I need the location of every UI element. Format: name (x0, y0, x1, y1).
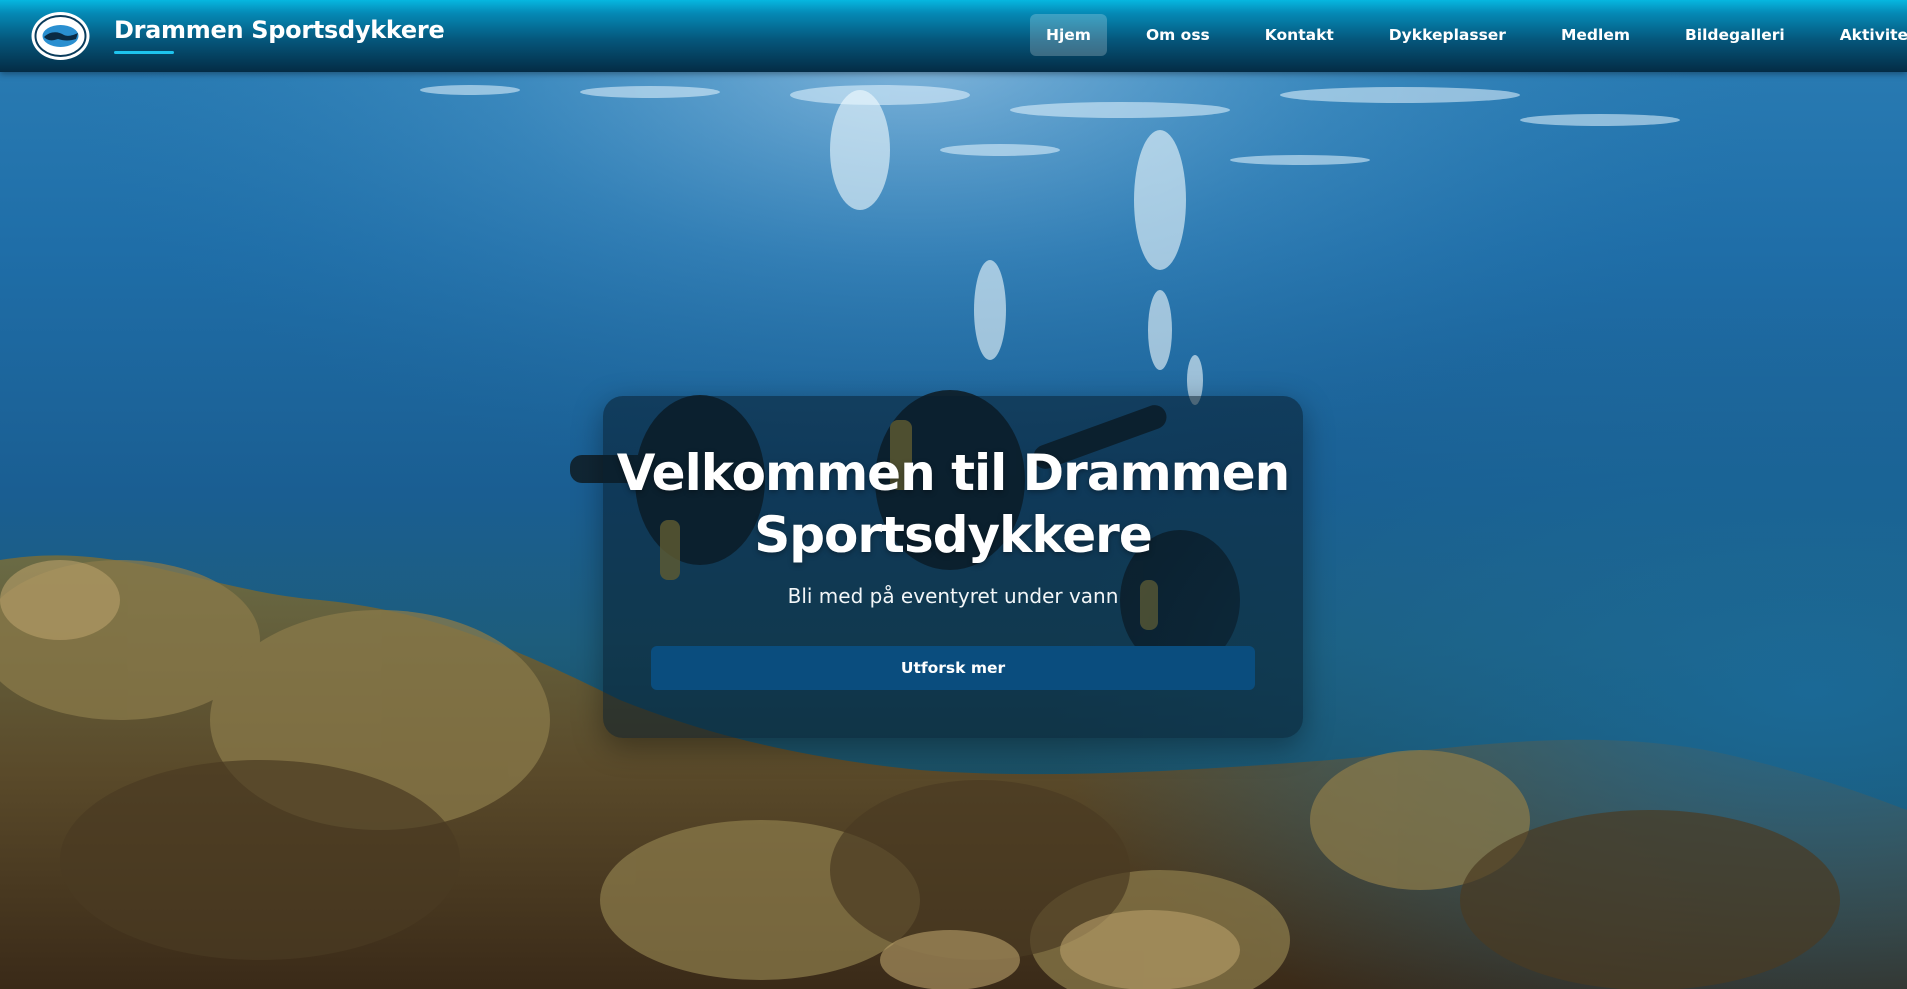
nav-item-aktiviteter[interactable]: Aktiviteter (1824, 14, 1907, 56)
nav-item-om-oss[interactable]: Om oss (1130, 14, 1226, 56)
hero-card: Velkommen til Drammen Sportsdykkere Bli … (603, 396, 1303, 738)
site-title[interactable]: Drammen Sportsdykkere (114, 16, 445, 44)
main-nav: Hjem Om oss Kontakt Dykkeplasser Medlem … (1030, 14, 1907, 56)
club-logo[interactable] (30, 11, 91, 61)
explore-more-button[interactable]: Utforsk mer (651, 646, 1255, 690)
top-navbar: Drammen Sportsdykkere Hjem Om oss Kontak… (0, 0, 1907, 72)
hero-title: Velkommen til Drammen Sportsdykkere (616, 444, 1291, 564)
nav-item-bildegalleri[interactable]: Bildegalleri (1669, 14, 1801, 56)
title-underline (114, 51, 174, 54)
home-page: Drammen Sportsdykkere Hjem Om oss Kontak… (0, 0, 1907, 989)
hero-subtitle: Bli med på eventyret under vann (787, 584, 1119, 608)
nav-item-kontakt[interactable]: Kontakt (1249, 14, 1350, 56)
nav-item-hjem[interactable]: Hjem (1030, 14, 1107, 56)
nav-item-medlem[interactable]: Medlem (1545, 14, 1646, 56)
nav-item-dykkeplasser[interactable]: Dykkeplasser (1373, 14, 1522, 56)
